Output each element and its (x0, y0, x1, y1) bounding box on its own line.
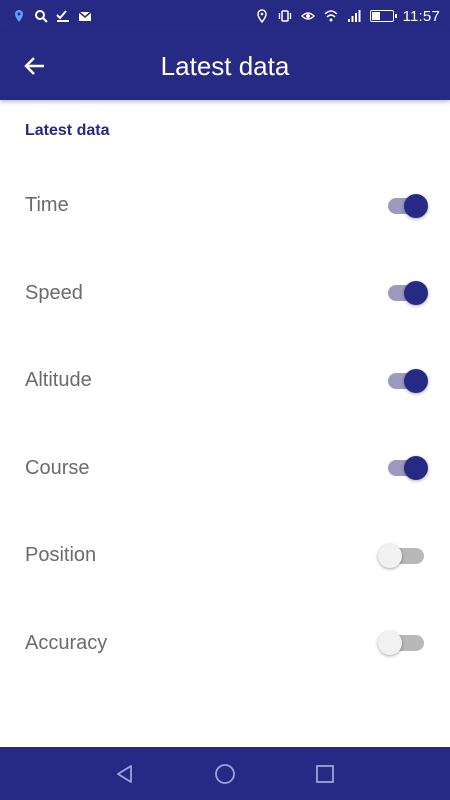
nav-recents-button[interactable] (313, 762, 337, 786)
preferences-list: Latest data Time Speed Altitude Course P… (0, 100, 450, 687)
pref-row-altitude[interactable]: Altitude (0, 337, 450, 425)
check-icon (56, 9, 70, 23)
wifi-icon (324, 9, 338, 23)
pref-label-time: Time (25, 194, 69, 217)
pref-row-accuracy[interactable]: Accuracy (0, 600, 450, 688)
toggle-course[interactable] (384, 452, 428, 484)
pref-row-speed[interactable]: Speed (0, 250, 450, 338)
switch-thumb (404, 456, 428, 481)
pref-label-speed: Speed (25, 281, 83, 304)
back-triangle-icon (114, 763, 136, 785)
switch-thumb (378, 543, 402, 568)
pref-label-altitude: Altitude (25, 369, 92, 392)
nav-back-button[interactable] (113, 762, 137, 786)
signal-icon (347, 9, 361, 23)
location-icon (255, 9, 269, 23)
status-bar: 11:57 (0, 0, 450, 32)
status-time: 11:57 (402, 7, 440, 25)
battery-icon (369, 10, 397, 22)
status-right-icons: 11:57 (255, 8, 440, 25)
pref-label-course: Course (25, 456, 90, 479)
recents-square-icon (314, 763, 336, 785)
toggle-position[interactable] (378, 540, 428, 572)
app-bar: Latest data (0, 32, 450, 100)
eye-icon (300, 9, 315, 23)
page-title: Latest data (160, 50, 290, 81)
switch-thumb (404, 368, 428, 393)
nav-home-button[interactable] (213, 762, 237, 786)
location-pin-icon (12, 9, 26, 23)
pref-label-accuracy: Accuracy (25, 631, 108, 654)
vibrate-icon (278, 9, 292, 23)
home-circle-icon (214, 763, 236, 785)
mail-icon (78, 9, 92, 23)
pref-row-time[interactable]: Time (0, 162, 450, 250)
switch-thumb (404, 193, 428, 218)
pref-row-position[interactable]: Position (0, 512, 450, 600)
section-header: Latest data (25, 122, 110, 139)
search-icon (34, 9, 48, 23)
switch-thumb (378, 631, 402, 656)
toggle-accuracy[interactable] (378, 627, 428, 659)
battery-level (371, 12, 381, 20)
status-left-icons (12, 9, 92, 23)
toggle-altitude[interactable] (384, 365, 428, 397)
toggle-time[interactable] (384, 190, 428, 222)
pref-row-course[interactable]: Course (0, 425, 450, 513)
pref-label-position: Position (25, 544, 97, 567)
system-nav-bar (0, 747, 450, 800)
switch-thumb (404, 281, 428, 306)
toggle-speed[interactable] (384, 277, 428, 309)
